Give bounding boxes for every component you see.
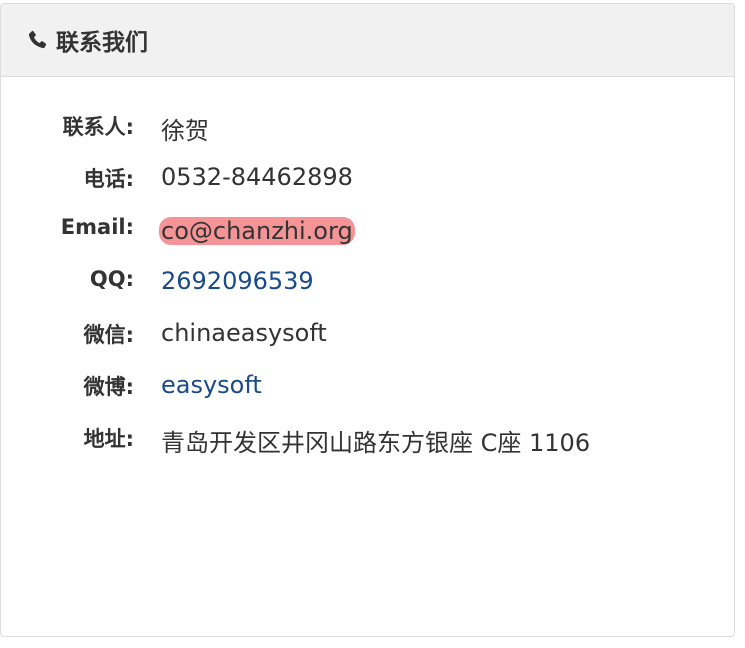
phone-value: 0532-84462898 xyxy=(161,163,353,191)
wechat-value: chinaeasysoft xyxy=(161,319,327,347)
weibo-link[interactable]: easysoft xyxy=(161,371,262,399)
contact-row-qq: QQ: 2692096539 xyxy=(1,267,734,301)
email-link[interactable]: co@chanzhi.org xyxy=(159,217,355,245)
contact-panel: 联系我们 联系人: 徐贺 电话: 0532-84462898 Email: co… xyxy=(0,3,735,637)
contact-label: 微博: xyxy=(83,375,134,399)
qq-link[interactable]: 2692096539 xyxy=(161,267,314,295)
contact-row-weibo: 微博: easysoft xyxy=(1,371,734,405)
contact-row-email: Email: co@chanzhi.org xyxy=(1,215,734,249)
contact-value: 徐贺 xyxy=(161,117,209,145)
phone-icon xyxy=(26,29,48,51)
contact-row-address: 地址: 青岛开发区井冈山路东方银座 C座 1106 xyxy=(1,423,734,457)
panel-heading: 联系我们 xyxy=(1,4,734,77)
contact-label: 电话: xyxy=(83,167,134,191)
contact-row-person: 联系人: 徐贺 xyxy=(1,111,734,145)
panel-title: 联系我们 xyxy=(56,30,148,56)
contact-label: 联系人: xyxy=(62,115,134,139)
contact-label: Email: xyxy=(60,215,134,239)
contact-label: 地址: xyxy=(83,427,134,451)
address-value: 青岛开发区井冈山路东方银座 C座 1106 xyxy=(161,429,591,457)
contact-label: 微信: xyxy=(83,323,134,347)
contact-label: QQ: xyxy=(89,267,134,291)
contact-row-wechat: 微信: chinaeasysoft xyxy=(1,319,734,353)
contact-row-phone: 电话: 0532-84462898 xyxy=(1,163,734,197)
